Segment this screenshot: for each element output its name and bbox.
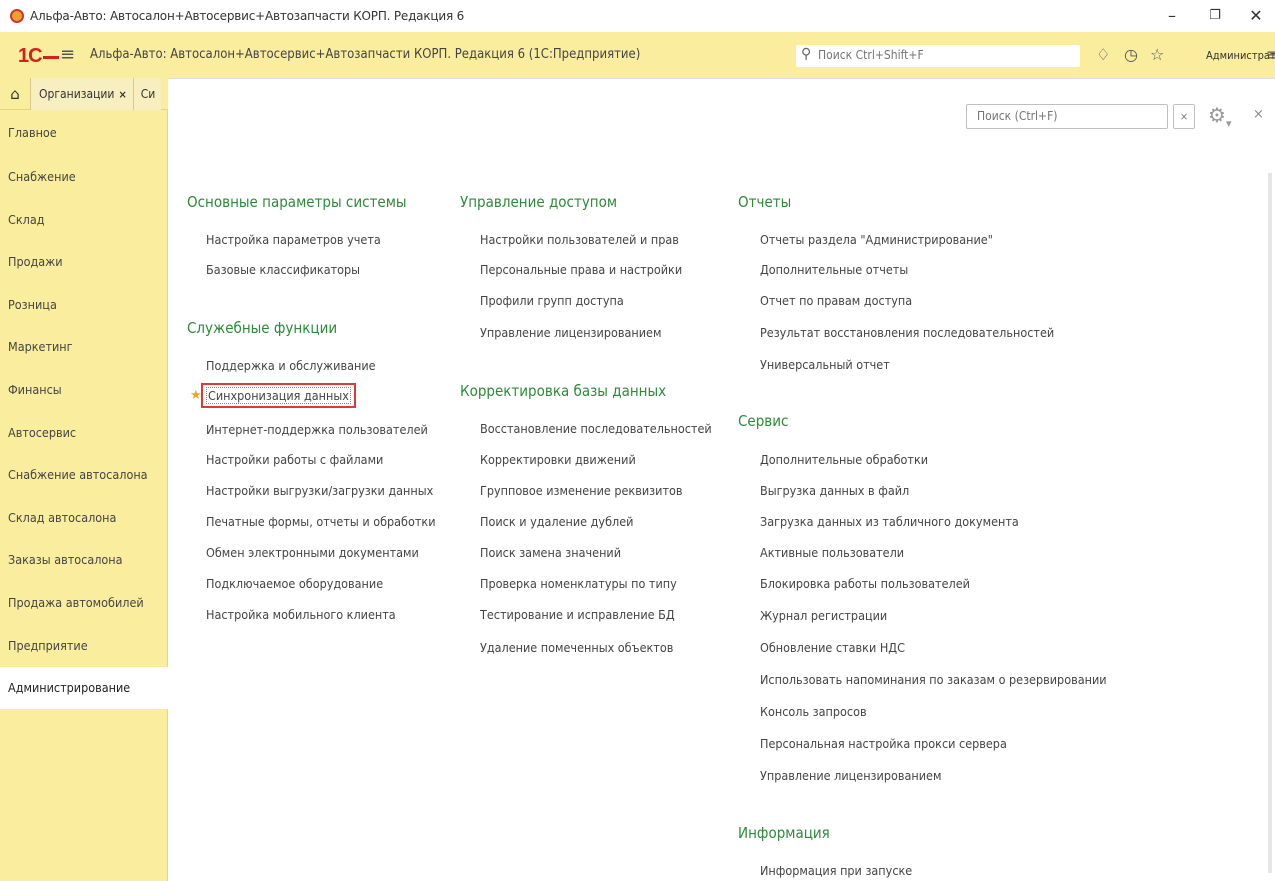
sidebar-item-enterprise[interactable]: Предприятие (0, 625, 168, 667)
link-additional-reports[interactable]: Дополнительные отчеты (760, 262, 908, 277)
global-search-input[interactable] (818, 48, 1068, 62)
section-title: Управление доступом (460, 193, 618, 211)
link-find-delete-duplicates[interactable]: Поиск и удаление дублей (480, 514, 633, 529)
link-support-maintenance[interactable]: Поддержка и обслуживание (206, 358, 376, 373)
sidebar-item-autoservice[interactable]: Автосервис (0, 412, 168, 454)
1c-logo: 1С (18, 45, 59, 68)
section-title: Сервис (738, 412, 789, 430)
link-base-classifiers[interactable]: Базовые классификаторы (206, 262, 360, 277)
sidebar-item-administration[interactable]: Администрирование (0, 667, 168, 709)
minimize-icon[interactable]: – (1152, 4, 1192, 28)
sidebar-item-showroom-orders[interactable]: Заказы автосалона (0, 539, 168, 581)
link-query-console[interactable]: Консоль запросов (760, 704, 867, 719)
panel-search[interactable] (966, 104, 1168, 129)
window-title: Альфа-Авто: Автосалон+Автосервис+Автозап… (30, 9, 465, 23)
link-license-management[interactable]: Управление лицензированием (480, 325, 661, 340)
administration-panel: × ⚙▾ × Основные параметры системы Настро… (168, 78, 1275, 881)
link-print-forms[interactable]: Печатные формы, отчеты и обработки (206, 514, 436, 529)
link-export-import-settings[interactable]: Настройки выгрузки/загрузки данных (206, 483, 433, 498)
notifications-bell-icon[interactable]: ♢ (1096, 45, 1110, 64)
close-panel-button[interactable]: × (1253, 107, 1264, 122)
link-data-synchronization[interactable]: Синхронизация данных (201, 383, 356, 408)
sidebar-item-retail[interactable]: Розница (0, 284, 168, 326)
tab-synchronization[interactable]: Си (132, 77, 161, 110)
sidebar-item-car-sales[interactable]: Продажа автомобилей (0, 582, 168, 624)
favorite-star-icon: ★ (190, 388, 202, 403)
main-toolbar: 1С ≡ Альфа-Авто: Автосалон+Автосервис+Ав… (0, 32, 1275, 78)
sidebar-item-supply[interactable]: Снабжение (0, 156, 168, 198)
link-test-repair-db[interactable]: Тестирование и исправление БД (480, 607, 675, 622)
link-movement-corrections[interactable]: Корректировки движений (480, 452, 636, 467)
sidebar-item-main[interactable]: Главное (0, 112, 168, 154)
link-active-users[interactable]: Активные пользователи (760, 545, 904, 560)
link-startup-info[interactable]: Информация при запуске (760, 863, 912, 878)
sidebar-item-sales[interactable]: Продажи (0, 241, 168, 283)
link-event-log[interactable]: Журнал регистрации (760, 608, 887, 623)
link-license-management-2[interactable]: Управление лицензированием (760, 768, 941, 783)
app-title: Альфа-Авто: Автосалон+Автосервис+Автозап… (90, 47, 641, 62)
link-proxy-settings[interactable]: Персональная настройка прокси сервера (760, 736, 1007, 751)
link-internet-support[interactable]: Интернет-поддержка пользователей (206, 422, 428, 437)
tab-label: Организации (39, 86, 115, 101)
link-universal-report[interactable]: Универсальный отчет (760, 357, 890, 372)
section-title: Корректировка базы данных (460, 382, 667, 400)
clear-search-button[interactable]: × (1173, 104, 1195, 129)
tab-organizations[interactable]: Организации × (30, 77, 133, 110)
sections-sidebar: Главное Снабжение Склад Продажи Розница … (0, 110, 168, 881)
sidebar-item-finance[interactable]: Финансы (0, 369, 168, 411)
section-title: Информация (738, 824, 830, 842)
app-logo-icon (10, 9, 24, 23)
link-sequence-restore-result[interactable]: Результат восстановления последовательно… (760, 325, 1054, 340)
link-personal-rights[interactable]: Персональные права и настройки (480, 262, 682, 277)
link-delete-marked[interactable]: Удаление помеченных объектов (480, 640, 673, 655)
link-group-attribute-change[interactable]: Групповое изменение реквизитов (480, 483, 683, 498)
gear-icon[interactable]: ⚙▾ (1208, 103, 1231, 130)
favorites-star-icon[interactable]: ☆ (1150, 45, 1164, 64)
link-access-rights-report[interactable]: Отчет по правам доступа (760, 293, 912, 308)
link-reservation-reminders[interactable]: Использовать напоминания по заказам о ре… (760, 672, 1107, 687)
panel-search-input[interactable] (977, 109, 1157, 123)
link-block-users[interactable]: Блокировка работы пользователей (760, 576, 970, 591)
open-tabs-bar: ⌂ Организации × Си (0, 77, 168, 110)
history-icon[interactable]: ◷ (1124, 45, 1138, 64)
link-file-settings[interactable]: Настройки работы с файлами (206, 452, 383, 467)
current-user[interactable]: Администратор (1206, 49, 1275, 62)
window-titlebar: Альфа-Авто: Автосалон+Автосервис+Автозап… (0, 0, 1275, 32)
global-search[interactable]: ⚲ (796, 45, 1080, 67)
link-admin-reports[interactable]: Отчеты раздела "Администрирование" (760, 232, 993, 247)
link-edi[interactable]: Обмен электронными документами (206, 545, 419, 560)
settings-menu-icon[interactable]: ≡ (1266, 45, 1275, 64)
link-access-group-profiles[interactable]: Профили групп доступа (480, 293, 624, 308)
home-icon[interactable]: ⌂ (0, 85, 30, 103)
link-restore-sequences[interactable]: Восстановление последовательностей (480, 421, 712, 436)
link-find-replace-values[interactable]: Поиск замена значений (480, 545, 621, 560)
sidebar-item-showroom-supply[interactable]: Снабжение автосалона (0, 454, 168, 496)
link-check-nomenclature[interactable]: Проверка номенклатуры по типу (480, 576, 677, 591)
tab-close-icon[interactable]: × (118, 88, 126, 101)
search-icon: ⚲ (801, 46, 812, 62)
section-title: Отчеты (738, 193, 792, 211)
link-import-from-spreadsheet[interactable]: Загрузка данных из табличного документа (760, 514, 1019, 529)
link-label: Синхронизация данных (206, 387, 351, 404)
sidebar-item-showroom-warehouse[interactable]: Склад автосалона (0, 497, 168, 539)
link-mobile-client[interactable]: Настройка мобильного клиента (206, 607, 396, 622)
section-title: Служебные функции (187, 319, 338, 337)
sidebar-item-warehouse[interactable]: Склад (0, 199, 168, 241)
link-export-to-file[interactable]: Выгрузка данных в файл (760, 483, 909, 498)
close-icon[interactable]: ✕ (1236, 4, 1275, 28)
hamburger-menu-icon[interactable]: ≡ (60, 44, 75, 65)
section-title: Основные параметры системы (187, 193, 407, 211)
sidebar-item-marketing[interactable]: Маркетинг (0, 326, 168, 368)
link-vat-update[interactable]: Обновление ставки НДС (760, 640, 905, 655)
restore-icon[interactable]: ❐ (1195, 4, 1235, 28)
link-user-rights-settings[interactable]: Настройки пользователей и прав (480, 232, 679, 247)
vertical-scrollbar[interactable] (1268, 173, 1272, 873)
tab-label: Си (140, 86, 156, 101)
link-additional-processing[interactable]: Дополнительные обработки (760, 452, 928, 467)
link-accounting-settings[interactable]: Настройка параметров учета (206, 232, 381, 247)
link-connected-equipment[interactable]: Подключаемое оборудование (206, 576, 383, 591)
